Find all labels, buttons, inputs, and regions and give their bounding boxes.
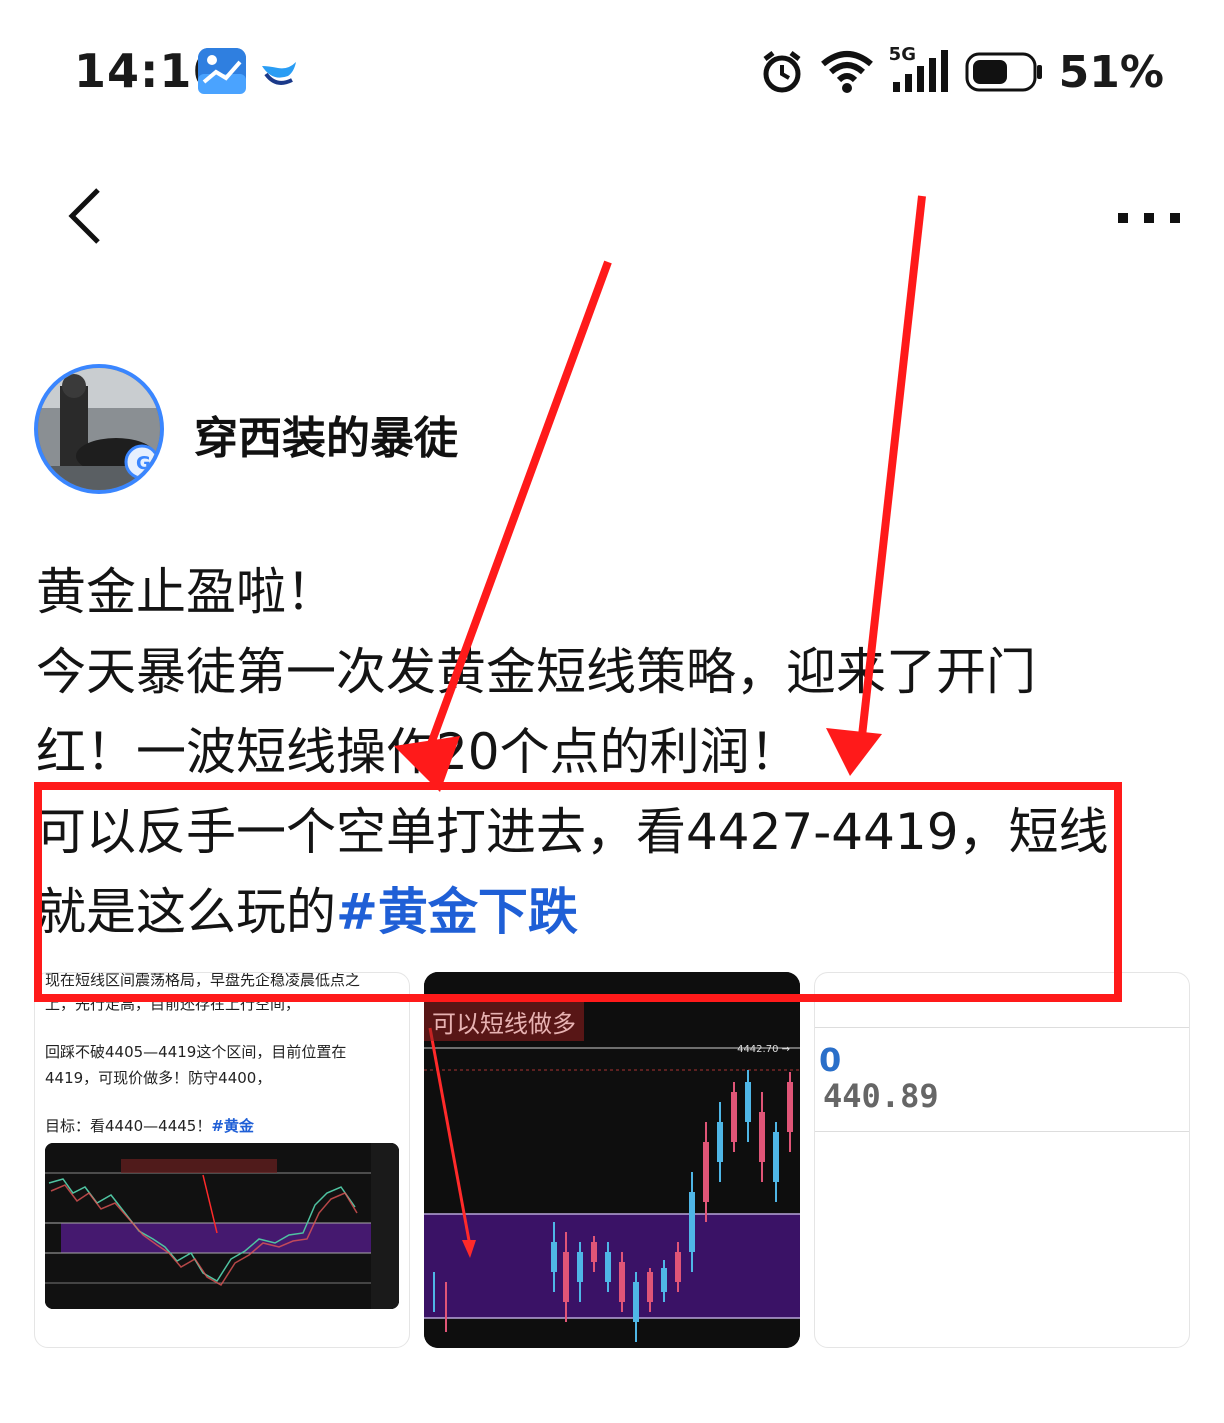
image2-price-tag: 4442.70 → xyxy=(737,1044,790,1055)
image1-text-line: 现在短线区间震荡格局，早盘先企稳凌晨低点之 xyxy=(45,972,361,989)
hashtag-link[interactable]: #黄金下跌 xyxy=(336,883,578,941)
image1-hashtag: #黄金 xyxy=(211,1117,254,1135)
post-line: 红！一波短线操作20个点的利润！ xyxy=(36,723,800,781)
image3-divider xyxy=(815,1027,1189,1028)
image1-target-text: 目标：看4440—4445！ xyxy=(45,1117,212,1135)
image3-divider xyxy=(815,1131,1189,1132)
author-avatar[interactable]: G xyxy=(34,364,164,494)
post-last-text: 就是这么玩的 xyxy=(36,883,336,941)
image1-text-line: 目标：看4440—4445！#黄金 xyxy=(45,1115,254,1136)
image1-text-line: 回踩不破4405—4419这个区间，目前位置在 xyxy=(45,1043,347,1061)
image1-text-line: 4419，可现价做多！防守4400， xyxy=(45,1069,272,1087)
wifi-icon xyxy=(819,50,875,94)
svg-text:G: G xyxy=(136,453,151,474)
image2-label: 可以短线做多 xyxy=(424,1002,584,1041)
post-line: 可以反手一个空单打进去，看4427-4419，短线 xyxy=(36,803,1109,861)
post-line: 今天暴徒第一次发黄金短线策略，迎来了开门 xyxy=(36,643,1036,701)
bird-app-icon xyxy=(258,52,298,90)
back-chevron-icon[interactable] xyxy=(62,186,112,246)
post-line-last: 就是这么玩的#黄金下跌 xyxy=(36,872,1186,952)
signal-icon: 5G xyxy=(889,44,951,96)
author-name[interactable]: 穿西装的暴徒 xyxy=(194,402,458,466)
image1-candle-chart xyxy=(45,1143,399,1309)
more-dots-icon[interactable] xyxy=(1118,210,1180,224)
status-icons: 5G 51% xyxy=(759,44,1164,100)
post-body: 黄金止盈啦！ 今天暴徒第一次发黄金短线策略，迎来了开门 红！一波短线操作20个点… xyxy=(36,552,1186,952)
post-line: 黄金止盈啦！ xyxy=(36,563,336,621)
post-image-2[interactable]: 可以短线做多 4442.70 → xyxy=(424,972,800,1348)
alarm-icon xyxy=(759,49,805,95)
sina-finance-app-icon xyxy=(198,48,246,94)
image3-value-1: 0 xyxy=(819,1041,842,1079)
image1-text-line: 上，先行走高，目前还存在上行空间， xyxy=(45,995,301,1013)
post-image-1[interactable]: 现在短线区间震荡格局，早盘先企稳凌晨低点之 上，先行走高，目前还存在上行空间， … xyxy=(34,972,410,1348)
status-bar: 14:16 5G 51% xyxy=(0,0,1224,140)
battery-icon xyxy=(965,51,1045,93)
image3-value-2: 440.89 xyxy=(823,1077,939,1115)
battery-percentage: 51% xyxy=(1058,46,1164,98)
post-image-3[interactable]: 0 440.89 xyxy=(814,972,1190,1348)
